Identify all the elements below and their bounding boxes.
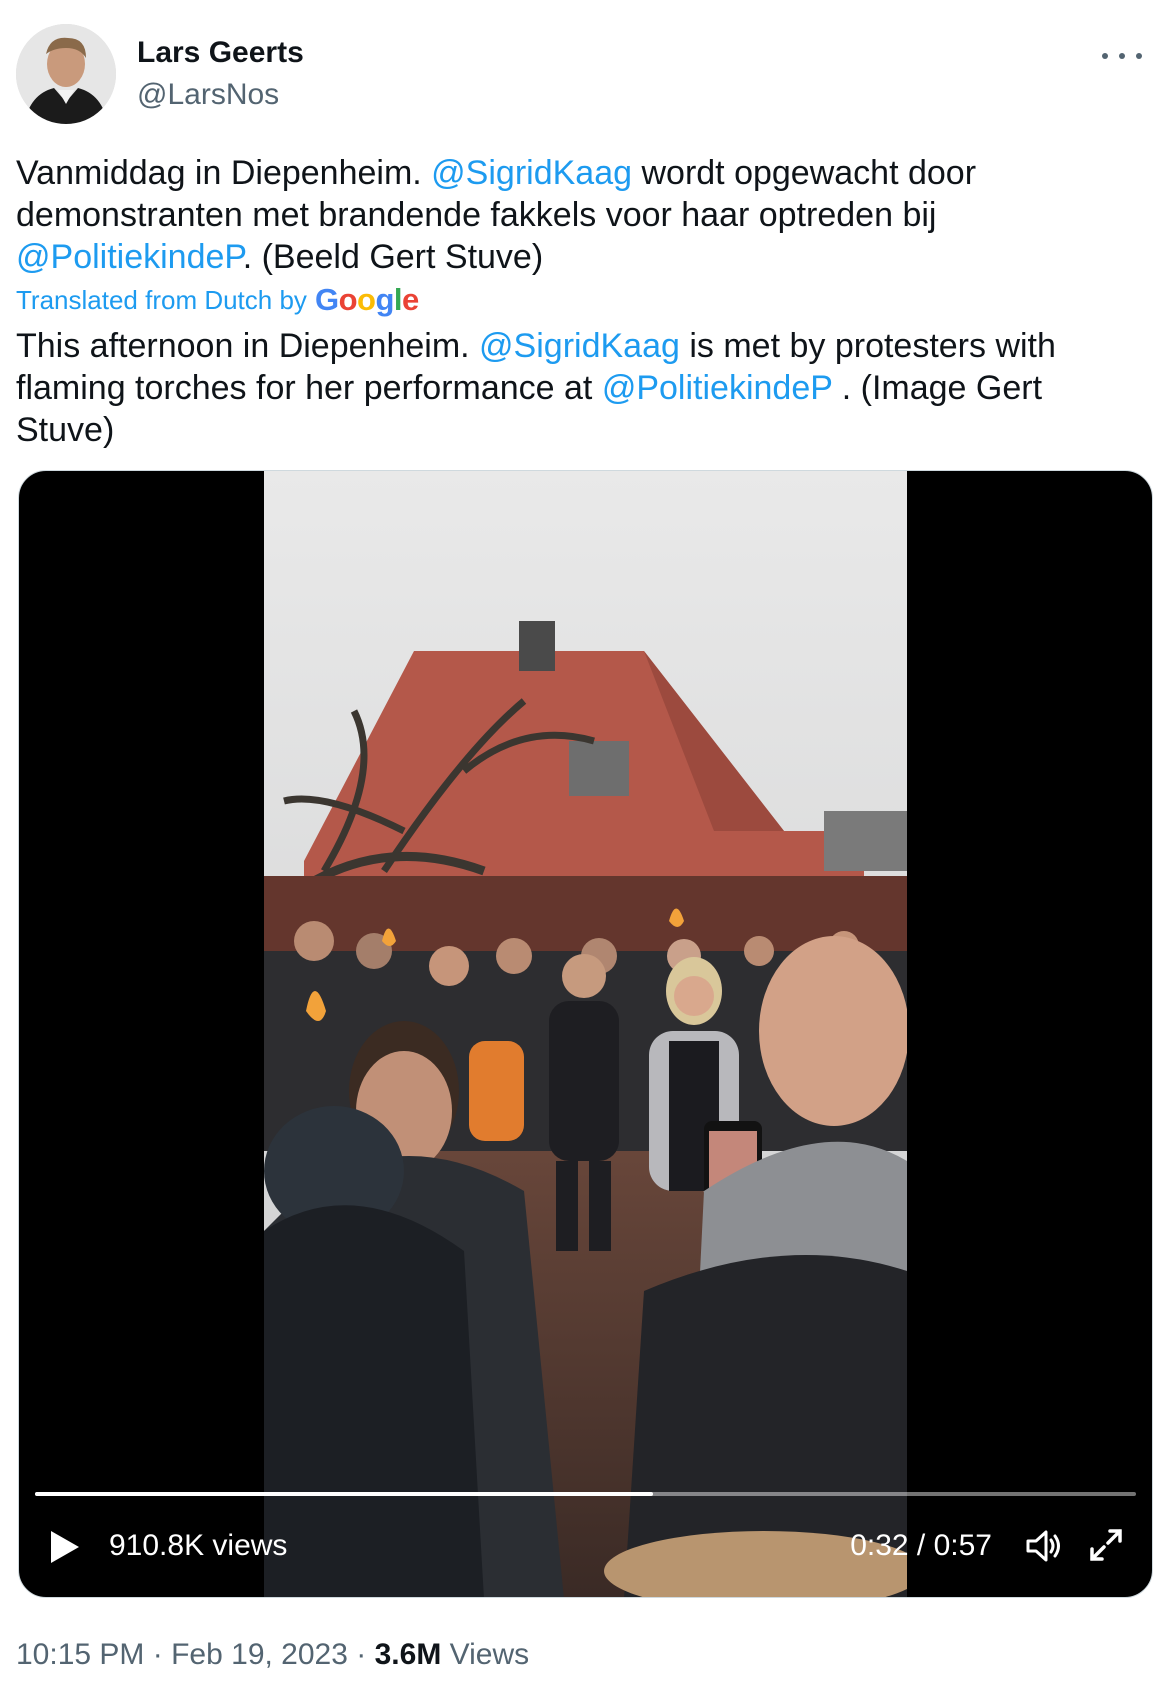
translated-text-part: This afternoon in Diepenheim. — [16, 327, 480, 365]
progress-bar[interactable] — [35, 1492, 1136, 1496]
more-icon[interactable] — [1102, 44, 1142, 68]
google-logo: Google — [314, 282, 419, 317]
tweet-text-part: . (Beeld Gert Stuve) — [242, 238, 544, 276]
tweet-time[interactable]: 10:15 PM — [16, 1638, 144, 1671]
views-count: 3.6M — [374, 1638, 442, 1671]
views-label: Views — [449, 1638, 530, 1671]
volume-icon[interactable] — [1022, 1525, 1064, 1567]
tweet-text: Vanmiddag in Diepenheim. @SigridKaag wor… — [16, 152, 1136, 278]
translated-label: Translated from Dutch by — [16, 284, 307, 315]
meta-separator: · — [152, 1638, 163, 1671]
tweet-text-part: Vanmiddag in Diepenheim. — [16, 154, 432, 192]
author-name[interactable]: Lars Geerts — [137, 36, 304, 70]
play-icon[interactable] — [47, 1529, 81, 1565]
video-frame[interactable] — [264, 471, 907, 1597]
mention-link[interactable]: @PolitiekindeP — [602, 369, 832, 407]
tweet-header: Lars Geerts @LarsNos — [16, 24, 1156, 124]
progress-fill — [35, 1492, 653, 1496]
author-handle[interactable]: @LarsNos — [137, 78, 279, 112]
tweet-date[interactable]: Feb 19, 2023 — [171, 1638, 348, 1671]
fullscreen-icon[interactable] — [1086, 1525, 1126, 1565]
mention-link[interactable]: @SigridKaag — [479, 327, 680, 365]
video-time: 0:32 / 0:57 — [850, 1529, 992, 1562]
tweet-meta: 10:15 PM · Feb 19, 2023 · 3.6M Views — [16, 1638, 529, 1672]
author-avatar[interactable] — [16, 24, 116, 124]
video-controls: 910.8K views 0:32 / 0:57 — [19, 1497, 1152, 1597]
video-player[interactable]: 910.8K views 0:32 / 0:57 — [18, 470, 1153, 1598]
translation-attribution: Translated from Dutch by Google — [16, 282, 419, 318]
meta-separator: · — [356, 1638, 367, 1671]
video-still — [264, 471, 907, 1597]
mention-link[interactable]: @PolitiekindeP — [16, 238, 243, 276]
video-views: 910.8K views — [109, 1529, 288, 1562]
translated-text: This afternoon in Diepenheim. @SigridKaa… — [16, 325, 1136, 451]
mention-link[interactable]: @SigridKaag — [431, 154, 632, 192]
